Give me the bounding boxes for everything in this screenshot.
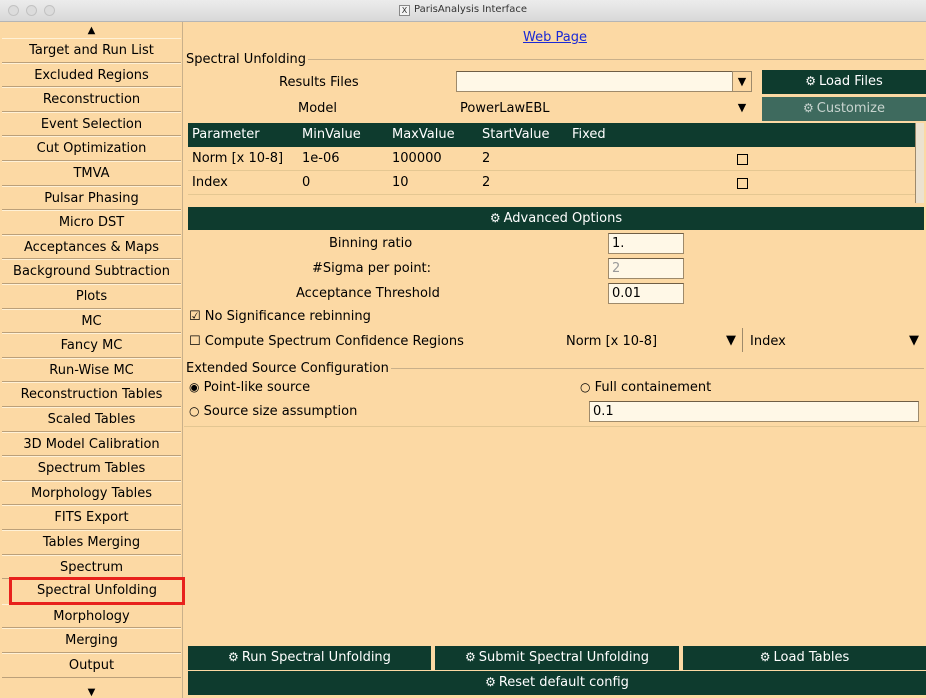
sidebar-item-mc[interactable]: MC bbox=[2, 308, 181, 334]
acceptance-threshold-label: Acceptance Threshold bbox=[296, 286, 440, 301]
full-containment-radio[interactable]: ○ Full containement bbox=[580, 380, 711, 395]
checked-checkbox-icon: ☑ bbox=[189, 309, 201, 324]
load-files-button[interactable]: ⚙ Load Files bbox=[762, 70, 926, 94]
gear-icon: ⚙ bbox=[759, 650, 771, 664]
results-files-label: Results Files bbox=[279, 75, 359, 90]
column-header[interactable]: Parameter bbox=[192, 127, 260, 142]
no-significance-checkbox[interactable]: ☑ No Significance rebinning bbox=[189, 309, 371, 324]
customize-button[interactable]: ⚙ Customize bbox=[762, 97, 926, 121]
max-value-cell[interactable]: 100000 bbox=[392, 151, 442, 166]
sidebar-item-run-wise-mc[interactable]: Run-Wise MC bbox=[2, 357, 181, 383]
reset-default-config-button[interactable]: ⚙ Reset default config bbox=[188, 671, 926, 695]
sidebar-item-fits-export[interactable]: FITS Export bbox=[2, 505, 181, 530]
divider bbox=[184, 426, 926, 427]
sidebar: ▲ Target and Run List Excluded Regions Rec… bbox=[0, 22, 185, 698]
sidebar-item-tmva[interactable]: TMVA bbox=[2, 161, 181, 186]
window-title: X ParisAnalysis Interface bbox=[0, 4, 926, 16]
sidebar-item-target-and-run-list[interactable]: Target and Run List bbox=[2, 38, 181, 63]
scroll-down-icon[interactable]: ▼ bbox=[0, 686, 183, 698]
min-value-cell[interactable]: 1e-06 bbox=[302, 151, 340, 166]
start-value-cell[interactable]: 2 bbox=[482, 175, 490, 190]
sidebar-item-reconstruction[interactable]: Reconstruction bbox=[2, 87, 181, 112]
start-value-cell[interactable]: 2 bbox=[482, 151, 490, 166]
gear-icon: ⚙ bbox=[805, 74, 816, 88]
parameter-cell: Norm [x 10-8] bbox=[192, 151, 284, 166]
chevron-down-icon[interactable]: ▼ bbox=[909, 333, 919, 348]
sidebar-item-merging[interactable]: Merging bbox=[2, 628, 181, 653]
sidebar-item-spectral-unfolding[interactable]: Spectral Unfolding bbox=[9, 577, 185, 606]
confidence-param1-select[interactable]: Norm [x 10-8] bbox=[566, 334, 657, 349]
chevron-down-icon[interactable]: ▼ bbox=[726, 333, 736, 348]
radio-unselected-icon: ○ bbox=[580, 380, 591, 394]
table-row[interactable]: Index 0 10 2 bbox=[188, 172, 915, 195]
submit-spectral-unfolding-button[interactable]: ⚙ Submit Spectral Unfolding bbox=[435, 646, 679, 670]
sidebar-item-fancy-mc[interactable]: Fancy MC bbox=[2, 333, 181, 358]
fixed-checkbox[interactable] bbox=[737, 154, 748, 165]
sidebar-item-scaled-tables[interactable]: Scaled Tables bbox=[2, 407, 181, 432]
parameter-table-header: Parameter MinValue MaxValue StartValue F… bbox=[188, 123, 915, 147]
column-header[interactable]: MinValue bbox=[302, 127, 361, 142]
sidebar-item-micro-dst[interactable]: Micro DST bbox=[2, 210, 181, 235]
gear-icon: ⚙ bbox=[228, 650, 239, 664]
column-header[interactable]: MaxValue bbox=[392, 127, 455, 142]
sidebar-item-morphology[interactable]: Morphology bbox=[2, 603, 181, 629]
table-scrollbar[interactable] bbox=[915, 123, 924, 203]
window-titlebar: X ParisAnalysis Interface bbox=[0, 0, 926, 22]
table-row[interactable]: Norm [x 10-8] 1e-06 100000 2 bbox=[188, 148, 915, 171]
sigma-per-point-input[interactable]: 2 bbox=[608, 258, 684, 279]
x11-icon: X bbox=[399, 5, 411, 16]
sidebar-item-spectrum[interactable]: Spectrum bbox=[2, 554, 181, 580]
point-like-radio[interactable]: ◉ Point-like source bbox=[189, 380, 310, 395]
load-tables-button[interactable]: ⚙ Load Tables bbox=[683, 646, 926, 670]
parameter-cell: Index bbox=[192, 175, 228, 190]
run-spectral-unfolding-button[interactable]: ⚙ Run Spectral Unfolding bbox=[188, 646, 431, 670]
column-header[interactable]: Fixed bbox=[572, 127, 606, 142]
sidebar-item-morphology-tables[interactable]: Morphology Tables bbox=[2, 480, 181, 506]
binning-ratio-label: Binning ratio bbox=[329, 236, 413, 251]
confidence-param2-select[interactable]: Index bbox=[750, 334, 786, 349]
sidebar-item-cut-optimization[interactable]: Cut Optimization bbox=[2, 136, 181, 161]
sidebar-item-background-subtraction[interactable]: Background Subtraction bbox=[2, 259, 181, 284]
min-value-cell[interactable]: 0 bbox=[302, 175, 310, 190]
sidebar-item-output[interactable]: Output bbox=[2, 653, 181, 678]
sigma-per-point-label: #Sigma per point: bbox=[312, 261, 432, 276]
spectral-unfolding-group-title: Spectral Unfolding bbox=[186, 52, 309, 67]
unchecked-checkbox-icon: ☐ bbox=[189, 334, 201, 349]
radio-unselected-icon: ○ bbox=[189, 404, 200, 418]
sidebar-item-pulsar-phasing[interactable]: Pulsar Phasing bbox=[2, 185, 181, 211]
gear-icon: ⚙ bbox=[464, 650, 476, 664]
gear-icon: ⚙ bbox=[489, 211, 501, 225]
divider bbox=[742, 328, 743, 352]
chevron-down-icon[interactable]: ▼ bbox=[732, 98, 752, 119]
acceptance-threshold-input[interactable]: 0.01 bbox=[608, 283, 684, 304]
fixed-checkbox[interactable] bbox=[737, 178, 748, 189]
gear-icon: ⚙ bbox=[485, 675, 496, 689]
scroll-up-icon[interactable]: ▲ bbox=[0, 24, 183, 38]
confidence-regions-checkbox[interactable]: ☐ Compute Spectrum Confidence Regions bbox=[189, 334, 464, 349]
model-label: Model bbox=[298, 101, 338, 116]
results-files-input[interactable] bbox=[456, 71, 736, 92]
sidebar-item-3d-model-calibration[interactable]: 3D Model Calibration bbox=[2, 431, 181, 457]
main-panel: Web Page Spectral Unfolding Results File… bbox=[184, 22, 926, 698]
model-select[interactable]: PowerLawEBL bbox=[460, 101, 550, 116]
max-value-cell[interactable]: 10 bbox=[392, 175, 409, 190]
sidebar-item-excluded-regions[interactable]: Excluded Regions bbox=[2, 62, 181, 88]
gear-icon: ⚙ bbox=[802, 101, 814, 115]
advanced-options-button[interactable]: ⚙ Advanced Options bbox=[188, 207, 924, 230]
web-page-link[interactable]: Web Page bbox=[184, 30, 926, 45]
sidebar-item-plots[interactable]: Plots bbox=[2, 284, 181, 309]
column-header[interactable]: StartValue bbox=[482, 127, 549, 142]
sidebar-item-reconstruction-tables[interactable]: Reconstruction Tables bbox=[2, 382, 181, 407]
sidebar-item-spectrum-tables[interactable]: Spectrum Tables bbox=[2, 456, 181, 481]
source-size-radio[interactable]: ○ Source size assumption bbox=[189, 404, 357, 419]
binning-ratio-input[interactable]: 1. bbox=[608, 233, 684, 254]
chevron-down-icon[interactable]: ▼ bbox=[732, 71, 752, 92]
sidebar-item-tables-merging[interactable]: Tables Merging bbox=[2, 530, 181, 555]
sidebar-item-event-selection[interactable]: Event Selection bbox=[2, 111, 181, 137]
sidebar-item-acceptances-maps[interactable]: Acceptances & Maps bbox=[2, 234, 181, 260]
radio-selected-icon: ◉ bbox=[189, 380, 200, 394]
source-size-input[interactable]: 0.1 bbox=[589, 401, 919, 422]
extended-source-group-title: Extended Source Configuration bbox=[186, 361, 391, 376]
